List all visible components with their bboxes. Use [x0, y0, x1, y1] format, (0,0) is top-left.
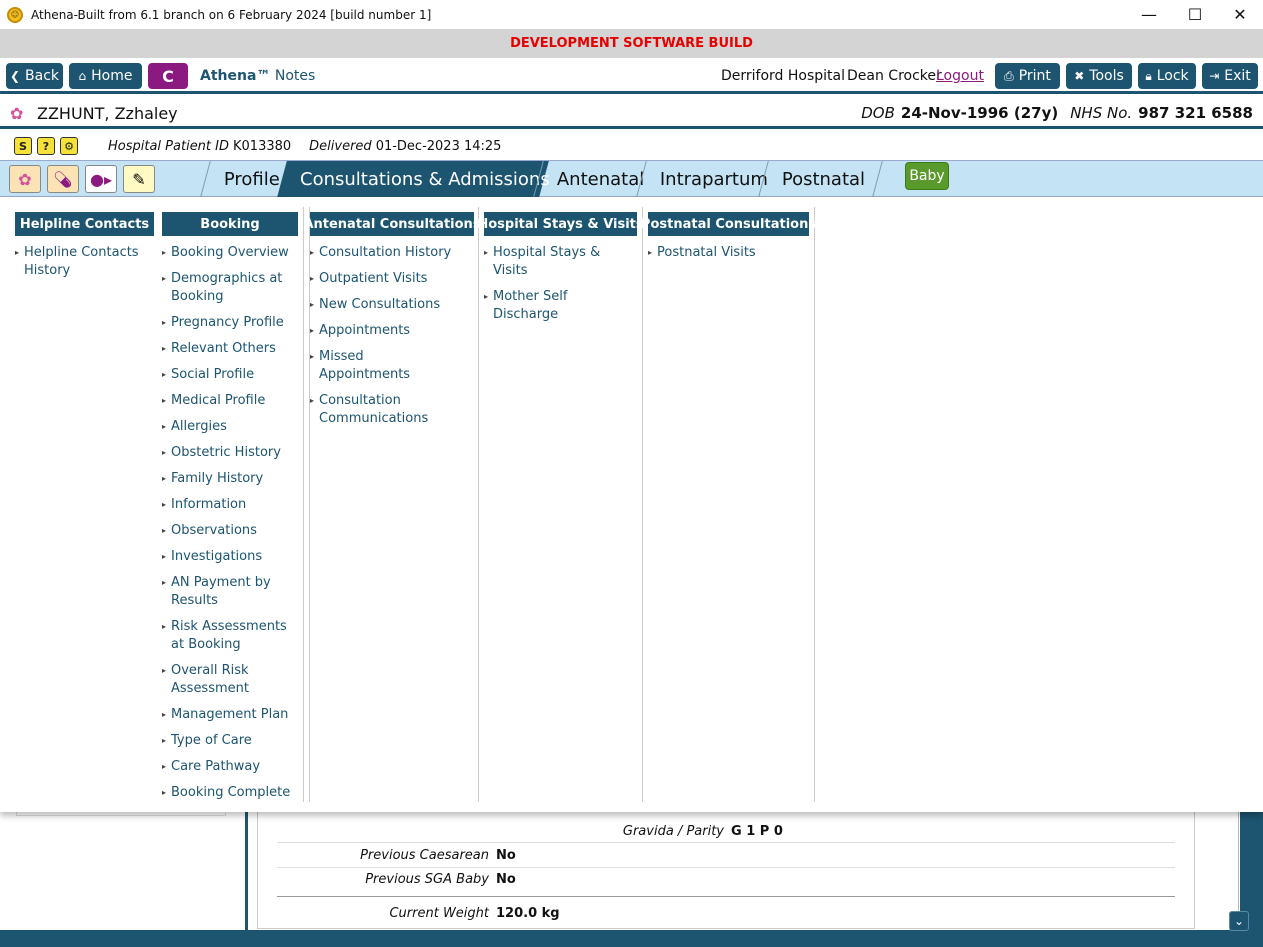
patient-identifiers: DOB 24-Nov-1996 (27y) NHS No. 987 321 6588 — [861, 104, 1253, 122]
left-panel — [0, 812, 245, 930]
menu-item[interactable]: Relevant Others — [162, 340, 303, 358]
hospital-name: Derriford Hospital — [721, 68, 846, 84]
window-title-bar: ☺ Athena-Built from 6.1 branch on 6 Febr… — [0, 0, 1263, 29]
printer-icon: ⎙ — [1004, 68, 1014, 83]
stays-column: Hospital Stays & Visits Hospital Stays &… — [477, 207, 644, 802]
nhs-number: 987 321 6588 — [1138, 104, 1253, 122]
app-name: Athena™ Notes — [200, 68, 316, 84]
stays-header: Hospital Stays & Visits — [477, 212, 644, 236]
flower-icon[interactable]: ✿ — [9, 165, 41, 193]
back-button[interactable]: ❮ Back — [6, 63, 63, 89]
menu-item[interactable]: Consultation History — [310, 244, 478, 262]
tools-icon: ✖ — [1074, 69, 1085, 83]
menu-item[interactable]: Obstetric History — [162, 444, 303, 462]
menu-item[interactable]: Investigations — [162, 548, 303, 566]
home-icon: ⌂ — [78, 69, 87, 83]
menu-item[interactable]: Medical Profile — [162, 392, 303, 410]
menu-item[interactable]: Demographics at Booking — [162, 270, 303, 306]
menu-item[interactable]: Hospital Stays & Visits — [484, 244, 604, 280]
postnatal-header: Postnatal Consultations — [641, 212, 816, 236]
tab-consultations-label: Consultations & Admissions — [300, 169, 550, 190]
minimize-button[interactable]: — — [1126, 0, 1172, 29]
menu-item[interactable]: Booking Complete — [162, 784, 303, 802]
menu-item[interactable]: Risk Assessments at Booking — [162, 618, 303, 654]
tab-postnatal[interactable]: Postnatal — [758, 161, 883, 197]
exit-button[interactable]: ⇥ Exit — [1202, 63, 1258, 89]
patient-bar: ✿ ZZHUNT, Zzhaley DOB 24-Nov-1996 (27y) NH… — [0, 97, 1263, 129]
main-tab-bar: ✿ 💊︎ ●▸ ✎ Profile Consultations & Admiss… — [0, 160, 1263, 197]
dob-value: 24-Nov-1996 (27y) — [900, 104, 1059, 122]
helpline-header: Helpline Contacts — [15, 212, 154, 236]
main-toolbar: ❮ Back ⌂ Home C Athena™ Notes Derriford … — [0, 58, 1263, 94]
tab-profile[interactable]: Profile — [200, 161, 290, 197]
postnatal-column: Postnatal Consultations Postnatal Visits — [641, 207, 816, 802]
logout-link[interactable]: Logout — [936, 68, 984, 84]
chevron-left-icon: ❮ — [9, 69, 21, 83]
c-button[interactable]: C — [148, 63, 188, 89]
menu-item[interactable]: Appointments — [310, 322, 478, 340]
home-button[interactable]: ⌂ Home — [69, 63, 142, 89]
medication-icon[interactable]: 💊︎ — [47, 165, 79, 193]
maximize-button[interactable]: ☐ — [1172, 0, 1218, 29]
help-question-icon[interactable]: ? — [37, 137, 55, 155]
exit-icon: ⇥ — [1209, 69, 1220, 83]
safeguarding-icon[interactable]: S — [14, 137, 32, 155]
menu-item[interactable]: Social Profile — [162, 366, 303, 384]
lock-icon: 🔒︎ — [1145, 68, 1152, 83]
alert-gear-icon[interactable]: ⚙ — [60, 137, 78, 155]
patient-info-bar: S ? ⚙ Hospital Patient ID K013380 Delivere… — [0, 132, 1263, 160]
menu-item[interactable]: Care Pathway — [162, 758, 303, 776]
person-arrow-icon[interactable]: ●▸ — [85, 165, 117, 193]
scrollbar-track[interactable] — [1238, 812, 1239, 912]
print-button[interactable]: ⎙ Print — [995, 63, 1060, 89]
lock-button[interactable]: 🔒︎ Lock — [1138, 63, 1196, 89]
menu-item[interactable]: Mother Self Discharge — [484, 288, 584, 324]
menu-item[interactable]: Postnatal Visits — [648, 244, 814, 262]
menu-item[interactable]: Outpatient Visits — [310, 270, 478, 288]
antenatal-header: Antenatal Consultations — [303, 212, 481, 236]
tab-intrapartum[interactable]: Intrapartum — [636, 161, 771, 197]
baby-button[interactable]: Baby — [905, 162, 949, 190]
menu-item[interactable]: New Consultations — [310, 296, 478, 314]
menu-item[interactable]: AN Payment by Results — [162, 574, 303, 610]
booking-header: Booking — [162, 212, 298, 236]
menu-item[interactable]: Observations — [162, 522, 303, 540]
menu-item[interactable]: Family History — [162, 470, 303, 488]
close-window-button[interactable]: ✕ — [1217, 0, 1263, 29]
menu-item[interactable]: Helpline Contacts History — [15, 244, 154, 280]
menu-item[interactable]: Pregnancy Profile — [162, 314, 303, 332]
athena-app-icon: ☺ — [7, 6, 23, 23]
menu-item[interactable]: Overall Risk Assessment — [162, 662, 303, 698]
tab-antenatal[interactable]: Antenatal — [533, 161, 648, 197]
booking-column: Booking Booking Overview Demographics at… — [162, 207, 304, 802]
antenatal-column: Antenatal Consultations Consultation His… — [303, 207, 481, 802]
window-title: Athena-Built from 6.1 branch on 6 Februa… — [31, 7, 432, 22]
menu-item[interactable]: Information — [162, 496, 303, 514]
helpline-column: Helpline Contacts Helpline Contacts Hist… — [15, 207, 154, 802]
menu-item[interactable]: Missed Appointments — [310, 348, 420, 384]
tools-button[interactable]: ✖ Tools — [1066, 63, 1132, 89]
scroll-down-icon[interactable]: ⌄ — [1229, 911, 1249, 931]
patient-name: ZZHUNT, Zzhaley — [37, 104, 178, 123]
flower-icon: ✿ — [10, 104, 24, 123]
user-name: Dean Crocker — [847, 68, 942, 84]
menu-item[interactable]: Allergies — [162, 418, 303, 436]
notepad-icon[interactable]: ✎ — [123, 165, 155, 193]
hospital-patient-id: Hospital Patient ID K013380 Delivered 01-De… — [108, 139, 502, 154]
menu-item[interactable]: Type of Care — [162, 732, 303, 750]
menu-item[interactable]: Booking Overview — [162, 244, 303, 262]
menu-item[interactable]: Management Plan — [162, 706, 303, 724]
menu-item[interactable]: Consultation Communications — [310, 392, 440, 428]
consultations-menu: Helpline Contacts Helpline Contacts Hist… — [0, 197, 1263, 812]
dev-build-banner: DEVELOPMENT SOFTWARE BUILD — [0, 29, 1263, 58]
